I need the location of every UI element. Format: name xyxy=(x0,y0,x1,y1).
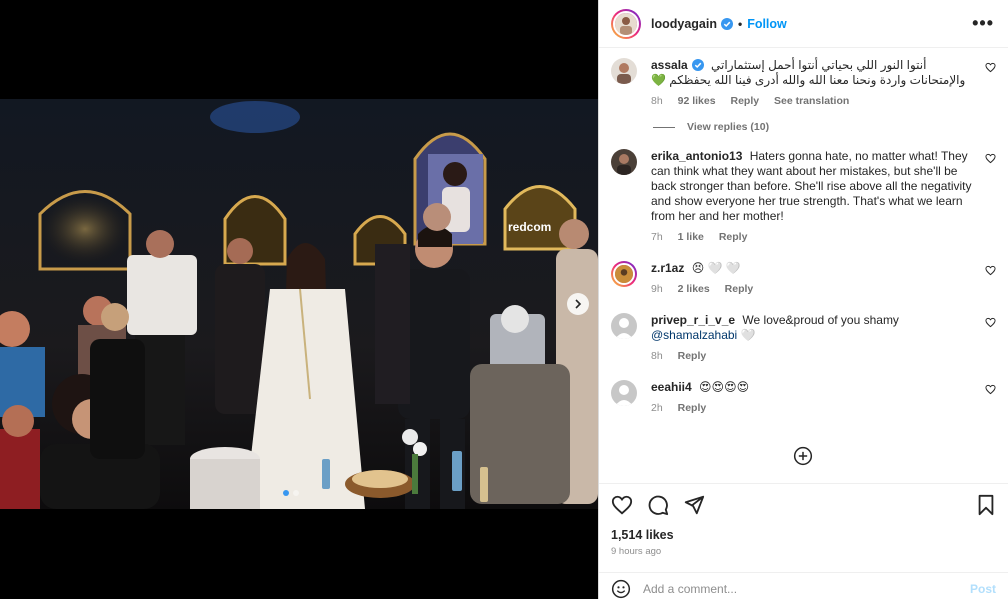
see-translation-button[interactable]: See translation xyxy=(774,95,849,107)
reply-button[interactable]: Reply xyxy=(725,283,754,295)
post-media: redcom xyxy=(0,0,598,599)
comment-time: 8h xyxy=(651,350,663,362)
load-more-comments-icon[interactable] xyxy=(793,446,813,466)
post-viewer: redcom loodyagain • Follow ••• assala أن… xyxy=(0,0,1008,599)
comment-text-tail: 🤍 xyxy=(740,328,756,342)
comment-text: 😣 🤍 🤍 xyxy=(691,261,741,275)
view-replies-label: View replies (10) xyxy=(687,121,770,133)
comment-time: 7h xyxy=(651,231,663,243)
more-options-icon[interactable]: ••• xyxy=(972,13,994,34)
comment-item: privep_r_i_v_e We love&proud of you sham… xyxy=(611,313,998,364)
like-comment-heart-icon[interactable] xyxy=(985,153,996,164)
verified-badge-icon xyxy=(691,59,704,71)
comment-text: We love&proud of you shamy xyxy=(742,313,899,327)
commenter-avatar[interactable] xyxy=(611,261,637,287)
like-comment-heart-icon[interactable] xyxy=(985,384,996,395)
view-replies-button[interactable]: View replies (10) xyxy=(653,121,998,133)
post-actions: 1,514 likes 9 hours ago xyxy=(599,483,1008,557)
comment-username[interactable]: assala xyxy=(651,58,688,72)
comment-item: erika_antonio13 Haters gonna hate, no ma… xyxy=(611,149,998,245)
comment-time: 8h xyxy=(651,95,663,107)
carousel-dot-1 xyxy=(283,490,289,496)
comment-likes[interactable]: 92 likes xyxy=(678,95,716,107)
share-paper-plane-icon[interactable] xyxy=(683,494,705,516)
reply-button[interactable]: Reply xyxy=(730,95,759,107)
post-header: loodyagain • Follow ••• xyxy=(599,0,1008,48)
comment-item: assala أنتوا النور اللي بحياتي أنتوا أحم… xyxy=(611,58,998,109)
comment-likes[interactable]: 1 like xyxy=(678,231,704,243)
commenter-avatar[interactable] xyxy=(611,313,637,339)
commenter-avatar[interactable] xyxy=(611,380,637,406)
stage-sign: redcom xyxy=(508,220,551,234)
comment-username[interactable]: eeahii4 xyxy=(651,380,692,394)
reply-button[interactable]: Reply xyxy=(678,350,707,362)
author-avatar[interactable] xyxy=(611,8,641,39)
comment-item: z.r1az 😣 🤍 🤍 9h 2 likes Reply xyxy=(611,261,998,297)
carousel-next-button[interactable] xyxy=(567,293,589,315)
carousel-indicator xyxy=(283,490,299,496)
like-heart-icon[interactable] xyxy=(611,494,633,516)
follow-button[interactable]: Follow xyxy=(747,17,787,31)
post-timestamp: 9 hours ago xyxy=(611,546,662,557)
like-comment-heart-icon[interactable] xyxy=(985,265,996,276)
add-comment-input[interactable] xyxy=(643,582,970,596)
comment-username[interactable]: erika_antonio13 xyxy=(651,149,742,163)
like-comment-heart-icon[interactable] xyxy=(985,62,996,73)
commenter-avatar[interactable] xyxy=(611,58,637,84)
comments-list[interactable]: assala أنتوا النور اللي بحياتي أنتوا أحم… xyxy=(599,48,1008,483)
reply-button[interactable]: Reply xyxy=(678,402,707,414)
comment-username[interactable]: privep_r_i_v_e xyxy=(651,313,735,327)
likes-count[interactable]: 1,514 likes xyxy=(611,528,996,542)
comment-time: 9h xyxy=(651,283,663,295)
carousel-dot-2 xyxy=(293,490,299,496)
replies-divider xyxy=(653,126,675,128)
post-panel: loodyagain • Follow ••• assala أنتوا الن… xyxy=(598,0,1008,599)
chevron-right-icon xyxy=(575,299,582,309)
commenter-avatar[interactable] xyxy=(611,149,637,175)
bookmark-icon[interactable] xyxy=(976,494,996,516)
add-comment-bar: Post xyxy=(599,572,1008,599)
post-photo[interactable]: redcom xyxy=(0,99,598,509)
comment-item: eeahii4 😍😍😍😍 2h Reply xyxy=(611,380,998,416)
comment-bubble-icon[interactable] xyxy=(647,494,669,516)
comment-username[interactable]: z.r1az xyxy=(651,261,684,275)
verified-badge-icon xyxy=(720,17,733,30)
comment-text: 😍😍😍😍 xyxy=(699,380,750,394)
post-comment-button[interactable]: Post xyxy=(970,582,996,596)
author-username[interactable]: loodyagain xyxy=(651,17,717,31)
header-separator: • xyxy=(737,16,743,31)
comment-mention-link[interactable]: @shamalzahabi xyxy=(651,328,737,342)
comment-time: 2h xyxy=(651,402,663,414)
comment-likes[interactable]: 2 likes xyxy=(678,283,710,295)
like-comment-heart-icon[interactable] xyxy=(985,317,996,328)
emoji-picker-icon[interactable] xyxy=(611,579,631,599)
reply-button[interactable]: Reply xyxy=(719,231,748,243)
